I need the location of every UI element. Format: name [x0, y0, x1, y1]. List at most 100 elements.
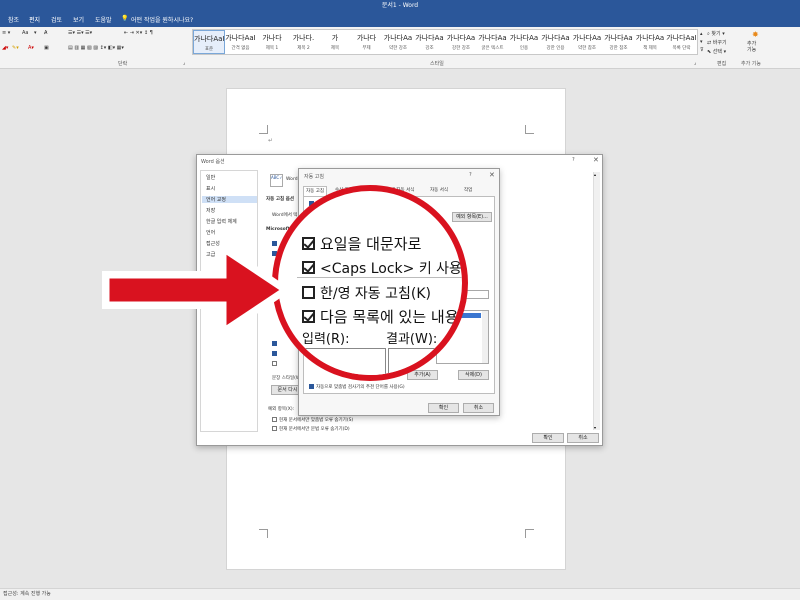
list-scrollbar[interactable]	[482, 311, 488, 363]
style-item[interactable]: 가나다Aa 약한 참조	[571, 30, 603, 54]
ac-ok-button[interactable]: 확인	[428, 403, 459, 413]
gallery-up-icon[interactable]: ▴	[700, 31, 703, 37]
style-item[interactable]: 가 제목	[319, 30, 351, 54]
menu-view[interactable]: 보기	[73, 15, 84, 24]
find-button[interactable]: ⌕ 찾기 ▾	[707, 30, 725, 37]
dropdown-icon[interactable]: ▾	[34, 30, 37, 36]
shading-icon[interactable]: ◢▾	[2, 45, 8, 51]
search-icon: ⌕	[707, 31, 710, 37]
autocorrect-tab[interactable]: 자동 서식	[428, 186, 450, 196]
addins-icon[interactable]: ✸	[752, 30, 759, 39]
style-item[interactable]: 가나다 제목 1	[256, 30, 288, 54]
styles-launcher-icon[interactable]: ⌟	[694, 60, 696, 66]
align-buttons-icon[interactable]: ▤ ▥ ▦ ▧ ▨ ↕▾ ◧▾ ▦▾	[68, 45, 124, 51]
select-button[interactable]: ⬉ 선택 ▾	[707, 48, 726, 55]
mag-replace-label: 다음 목록에 있는 내용	[320, 308, 459, 326]
menu-bar: 참조 편지 검토 보기 도움말 💡 어떤 작업을 원하시나요?	[0, 12, 800, 27]
style-item[interactable]: 가나다 부제	[351, 30, 383, 54]
exceptions-button[interactable]: 예외 항목(E)...	[452, 212, 492, 222]
options-ok-button[interactable]: 확인	[532, 433, 564, 443]
style-preview: 가나다Aa	[572, 34, 602, 42]
nav-item[interactable]: 일반	[206, 174, 215, 181]
font-size-label[interactable]: Aa	[22, 30, 28, 36]
ac-close-icon[interactable]: ✕	[489, 171, 495, 179]
find-label: 찾기	[711, 31, 721, 37]
align-icon[interactable]: ≡ ▾	[2, 30, 10, 36]
abc-check-icon: ABC✓	[270, 174, 283, 187]
tell-me-box[interactable]: 어떤 작업을 원하시나요?	[131, 15, 193, 24]
char-shade-icon[interactable]: ▣	[44, 45, 49, 51]
style-item[interactable]: 가나다Aa 인용	[508, 30, 540, 54]
ac-cancel-button[interactable]: 취소	[463, 403, 494, 413]
use-spelling-checkbox[interactable]: 자동으로 맞춤법 검사기의 추천 단어를 사용(G)	[309, 384, 405, 390]
options-cancel-button[interactable]: 취소	[567, 433, 599, 443]
indent-icon[interactable]: ⇤ ⇥ ✕▾ ↕ ¶	[124, 30, 153, 36]
options-scrollbar[interactable]: ▴ ▾	[593, 172, 600, 430]
close-icon[interactable]: ✕	[593, 156, 599, 164]
mag-divider	[297, 277, 462, 278]
style-preview: 가나다Aa	[446, 34, 476, 42]
group-styles: 스타일	[430, 61, 444, 67]
magnifier-callout: 요일을 대문자로 <Caps Lock> 키 사용 한/영 자동 고침(K) 다…	[272, 185, 468, 381]
dialog-launcher-icon[interactable]: ⌟	[183, 60, 185, 66]
mag-replace-list[interactable]: 다음 목록에 있는 내용	[302, 306, 459, 327]
exception-checkbox-1[interactable]: 현재 문서에서만 맞춤법 오류 숨기기(S)	[272, 417, 353, 423]
menu-review[interactable]: 검토	[51, 15, 62, 24]
style-preview: 가나다Aa	[635, 34, 665, 42]
select-label: 선택	[712, 49, 722, 55]
style-name: 표준	[204, 47, 214, 52]
style-item[interactable]: 가나다Aa 책 제목	[634, 30, 666, 54]
exception-label-2: 현재 문서에서만 문법 오류 숨기기(D)	[279, 427, 350, 432]
highlight-icon[interactable]: ✎▾	[12, 45, 19, 51]
style-name: 인용	[519, 46, 529, 51]
font-color-icon[interactable]: A▾	[28, 45, 34, 51]
help-icon[interactable]: ?	[572, 157, 575, 163]
ribbon: ≡ ▾ Aa ▾ A̷ ◢▾ ✎▾ A▾ ▣ ☰▾ ☰▾ ☰▾ ⇤ ⇥ ✕▾ ↕…	[0, 27, 800, 69]
nav-item[interactable]: 한글 입력 체계	[206, 218, 237, 225]
scroll-up-icon[interactable]: ▴	[594, 172, 596, 177]
style-name: 강한 강조	[452, 46, 470, 51]
style-preview: 가나다Aa	[478, 34, 507, 42]
autocorrect-tab[interactable]: 자동 고침	[303, 186, 327, 196]
style-preview: 가나다AaI	[666, 34, 697, 42]
scroll-down-icon[interactable]: ▾	[594, 425, 596, 430]
style-item[interactable]: 가나다Aa 약한 강조	[382, 30, 414, 54]
style-item[interactable]: 가나다Aa 굵은 텍스트	[477, 30, 509, 54]
mag-capitalize-days[interactable]: 요일을 대문자로	[302, 233, 421, 254]
menu-mailings[interactable]: 편지	[29, 15, 40, 24]
style-item[interactable]: 가나다AaI 간격 없음	[225, 30, 257, 54]
style-item[interactable]: 가나다Aa 강조	[414, 30, 446, 54]
nav-item[interactable]: 저장	[206, 207, 215, 214]
mag-input-field[interactable]	[300, 348, 386, 375]
mag-caps-lock[interactable]: <Caps Lock> 키 사용	[302, 258, 462, 278]
delete-button[interactable]: 삭제(D)	[458, 370, 489, 380]
menu-references[interactable]: 참조	[8, 15, 19, 24]
style-name: 강조	[425, 46, 434, 51]
grammar-checkbox-3[interactable]	[272, 361, 279, 367]
clear-format-icon[interactable]: A̷	[44, 30, 47, 36]
bullets-icon[interactable]: ☰▾ ☰▾ ☰▾	[68, 30, 92, 36]
style-item[interactable]: 가나다Aa 강한 참조	[603, 30, 635, 54]
replace-button[interactable]: ⇄ 바꾸기	[707, 39, 727, 46]
style-item[interactable]: 가나다. 제목 2	[288, 30, 320, 54]
mag-result-field[interactable]	[388, 348, 458, 375]
ac-help-icon[interactable]: ?	[469, 172, 472, 178]
style-item[interactable]: 가나다Aa 강한 인용	[540, 30, 572, 54]
gallery-more-icon[interactable]: ⊽	[700, 47, 704, 53]
crop-mark-tr	[525, 125, 534, 134]
nav-item[interactable]: 언어 교정	[202, 196, 257, 203]
checkbox-icon	[302, 237, 315, 250]
mag-han-eng[interactable]: 한/영 자동 고침(K)	[302, 283, 431, 303]
style-item[interactable]: 가나다AaI 표준	[193, 30, 225, 54]
style-name: 부제	[362, 46, 371, 51]
autocorrect-tab[interactable]: 작업	[462, 186, 474, 196]
nav-item[interactable]: 표시	[206, 185, 215, 192]
style-item[interactable]: 가나다AaI 목록 단락	[666, 30, 698, 54]
exception-checkbox-2[interactable]: 현재 문서에서만 문법 오류 숨기기(D)	[272, 426, 350, 432]
grammar-checkbox-2[interactable]	[272, 351, 279, 357]
addins-button[interactable]: 추가 기능	[747, 41, 756, 53]
style-item[interactable]: 가나다Aa 강한 강조	[445, 30, 477, 54]
gallery-down-icon[interactable]: ▾	[700, 39, 703, 45]
mag-caps-lock-label: <Caps Lock> 키 사용	[320, 261, 462, 277]
menu-help[interactable]: 도움말	[95, 15, 112, 24]
